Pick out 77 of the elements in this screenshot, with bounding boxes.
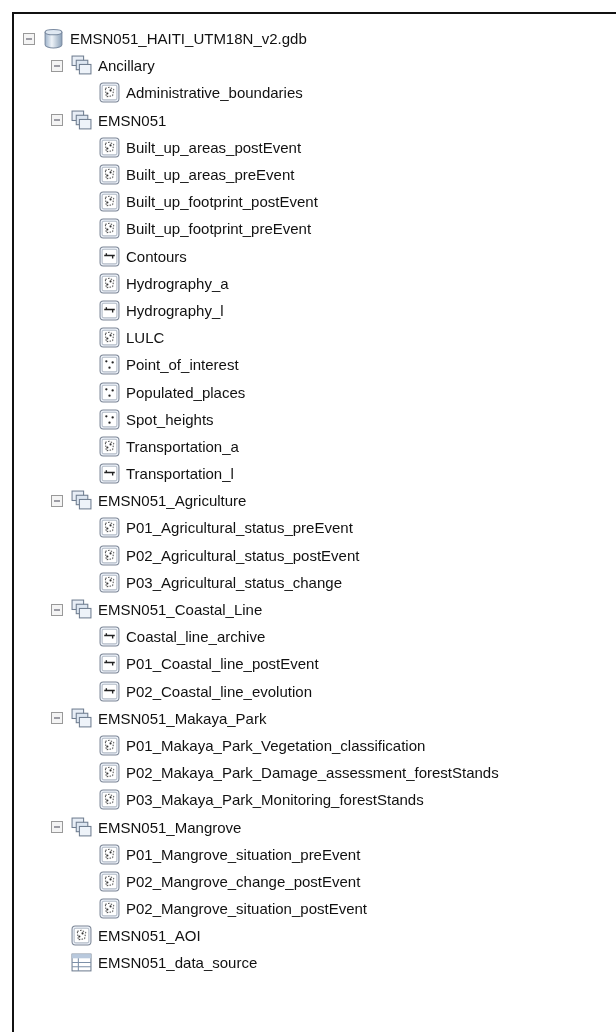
line-layer-icon: [99, 463, 120, 485]
tree-item-label[interactable]: Contours: [126, 247, 187, 265]
collapse-toggle-icon[interactable]: [51, 712, 63, 725]
point-layer-icon: [99, 381, 120, 403]
line-layer-icon: [99, 680, 120, 702]
line-layer-icon: [99, 626, 120, 648]
point-layer-icon: [99, 354, 120, 376]
polygon-layer-icon: [99, 789, 120, 811]
tree-item-label[interactable]: Coastal_line_archive: [126, 628, 266, 646]
collapse-toggle-icon[interactable]: [51, 821, 63, 834]
polygon-layer-icon: [99, 870, 120, 892]
tree-item-label[interactable]: EMSN051: [98, 111, 167, 129]
tree-item-label[interactable]: EMSN051_Agriculture: [98, 492, 247, 510]
tree-item-label[interactable]: Built_up_areas_preEvent: [126, 166, 295, 184]
tree-item-label[interactable]: P01_Mangrove_situation_preEvent: [126, 845, 361, 863]
polygon-layer-icon: [99, 571, 120, 593]
dataset-icon: [71, 490, 92, 512]
line-layer-icon: [99, 653, 120, 675]
tree-item-label[interactable]: EMSN051_Makaya_Park: [98, 709, 267, 727]
tree-item-label[interactable]: P01_Coastal_line_postEvent: [126, 655, 319, 673]
tree-item-label[interactable]: Spot_heights: [126, 410, 214, 428]
tree-item-label[interactable]: Populated_places: [126, 383, 246, 401]
dataset-icon: [71, 707, 92, 729]
polygon-layer-icon: [99, 164, 120, 186]
tree-item-label[interactable]: P01_Makaya_Park_Vegetation_classification: [126, 736, 426, 754]
tree-item-label[interactable]: Administrative_boundaries: [126, 84, 303, 102]
tree-item-label[interactable]: P02_Mangrove_change_postEvent: [126, 872, 361, 890]
tree-item-label[interactable]: EMSN051_HAITI_UTM18N_v2.gdb: [70, 30, 307, 48]
polygon-layer-icon: [71, 925, 92, 947]
polygon-layer-icon: [99, 517, 120, 539]
tree-item-label[interactable]: P02_Coastal_line_evolution: [126, 682, 312, 700]
tree-item-label[interactable]: P02_Mangrove_situation_postEvent: [126, 900, 367, 918]
polygon-layer-icon: [99, 82, 120, 104]
point-layer-icon: [99, 408, 120, 430]
tree-item-label[interactable]: P03_Makaya_Park_Monitoring_forestStands: [126, 791, 424, 809]
tree-item-label[interactable]: P03_Agricultural_status_change: [126, 573, 342, 591]
tree-item-label[interactable]: P02_Agricultural_status_postEvent: [126, 546, 360, 564]
tree-item-label[interactable]: Ancillary: [98, 57, 155, 75]
polygon-layer-icon: [99, 136, 120, 158]
tree-item-label[interactable]: Transportation_a: [126, 437, 239, 455]
polygon-layer-icon: [99, 327, 120, 349]
dataset-icon: [71, 109, 92, 131]
table-icon: [71, 952, 92, 974]
polygon-layer-icon: [99, 544, 120, 566]
collapse-toggle-icon[interactable]: [51, 494, 63, 507]
tree-item-label[interactable]: EMSN051_Coastal_Line: [98, 601, 263, 619]
line-layer-icon: [99, 299, 120, 321]
database-icon: [43, 28, 64, 50]
tree-item-label[interactable]: Built_up_areas_postEvent: [126, 138, 302, 156]
tree-item-label[interactable]: EMSN051_data_source: [98, 954, 258, 972]
polygon-layer-icon: [99, 734, 120, 756]
collapse-toggle-icon[interactable]: [51, 59, 63, 72]
collapse-toggle-icon[interactable]: [51, 114, 63, 127]
tree-item-label[interactable]: P01_Agricultural_status_preEvent: [126, 519, 353, 537]
polygon-layer-icon: [99, 762, 120, 784]
polygon-layer-icon: [99, 843, 120, 865]
tree-item-label[interactable]: Hydrography_a: [126, 274, 229, 292]
dataset-icon: [71, 599, 92, 621]
tree-item-label[interactable]: Hydrography_l: [126, 301, 224, 319]
dataset-icon: [71, 816, 92, 838]
line-layer-icon: [99, 245, 120, 267]
tree-item-label[interactable]: Built_up_footprint_postEvent: [126, 193, 318, 211]
polygon-layer-icon: [99, 218, 120, 240]
collapse-toggle-icon[interactable]: [51, 603, 63, 616]
tree-item-label[interactable]: EMSN051_AOI: [98, 927, 201, 945]
dataset-icon: [71, 55, 92, 77]
polygon-layer-icon: [99, 191, 120, 213]
tree-item-label[interactable]: Point_of_interest: [126, 356, 239, 374]
tree-item-label[interactable]: P02_Makaya_Park_Damage_assessment_forestStands: [126, 764, 499, 782]
tree-item-label[interactable]: Built_up_footprint_preEvent: [126, 220, 312, 238]
tree-item-label[interactable]: LULC: [126, 329, 165, 347]
polygon-layer-icon: [99, 898, 120, 920]
tree-item-label[interactable]: Transportation_l: [126, 465, 234, 483]
tree-item-label[interactable]: EMSN051_Mangrove: [98, 818, 242, 836]
polygon-layer-icon: [99, 435, 120, 457]
collapse-toggle-icon[interactable]: [23, 32, 35, 45]
polygon-layer-icon: [99, 272, 120, 294]
